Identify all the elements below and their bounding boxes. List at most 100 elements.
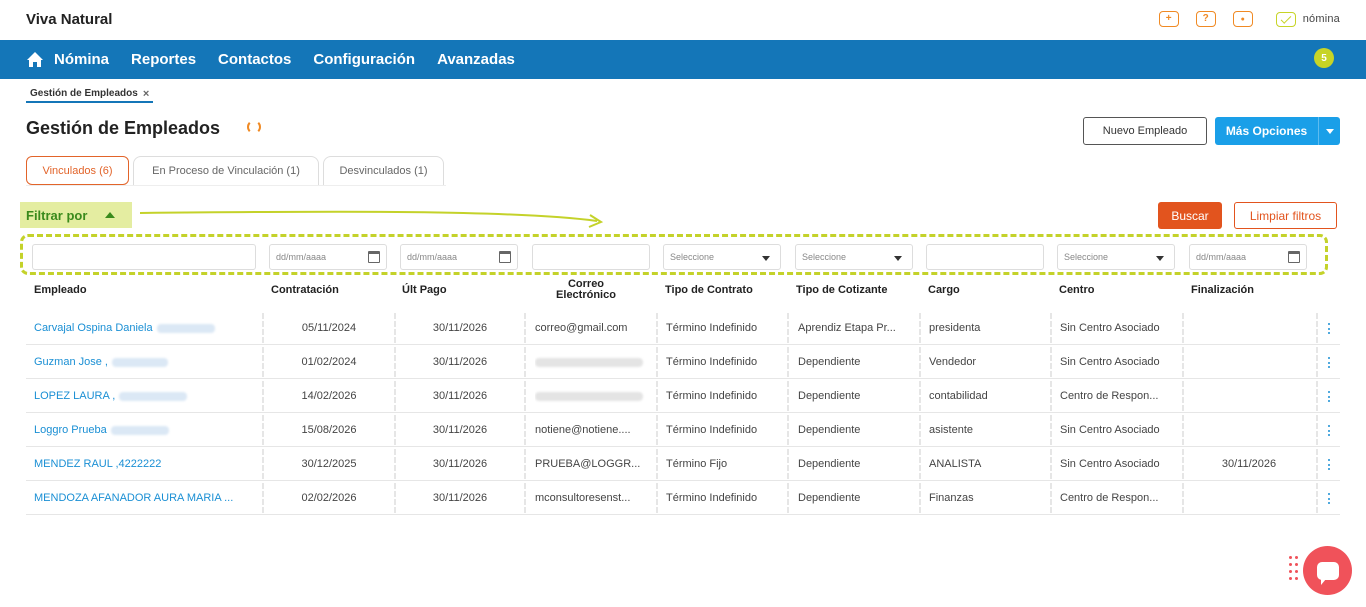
contributor-type-cell: Aprendiz Etapa Pr... (798, 322, 896, 334)
nav-item-avanzadas[interactable]: Avanzadas (437, 51, 515, 68)
brand-logo: nómina (1302, 13, 1340, 25)
nav-item-configuracion[interactable]: Configuración (313, 51, 415, 68)
ult-pago-date-input[interactable]: dd/mm/aaaa (400, 244, 518, 270)
contract-type-select[interactable]: Seleccione (663, 244, 781, 270)
last-pay-cell: 30/11/2026 (432, 492, 488, 504)
row-menu-icon[interactable] (1328, 357, 1331, 368)
notification-badge[interactable]: 5 (1314, 48, 1334, 68)
filter-row: dd/mm/aaaa dd/mm/aaaa Seleccione Selecci… (20, 234, 1328, 275)
contributor-type-cell: Dependiente (798, 492, 861, 504)
hire-date-cell: 14/02/2026 (301, 390, 357, 402)
column-header[interactable]: Cargo (928, 284, 960, 296)
employee-filter-input[interactable] (32, 244, 256, 270)
top-icons: + ? ● nómina (1158, 11, 1340, 27)
end-date-cell: 30/11/2026 (1221, 458, 1277, 470)
email-filter-input[interactable] (532, 244, 650, 270)
table-row[interactable]: LOPEZ LAURA , 14/02/2026 30/11/2026 Térm… (26, 379, 1340, 413)
employee-name-link[interactable]: Guzman Jose , (34, 345, 262, 379)
chevron-down-icon[interactable] (1326, 128, 1334, 134)
drag-handle-icon[interactable] (1289, 556, 1298, 582)
center-cell: Sin Centro Asociado (1060, 458, 1160, 470)
last-pay-cell: 30/11/2026 (432, 424, 488, 436)
calendar-icon[interactable] (499, 251, 511, 263)
center-select[interactable]: Seleccione (1057, 244, 1175, 270)
filter-toggle[interactable]: Filtrar por (20, 202, 132, 228)
row-menu-icon[interactable] (1328, 425, 1331, 436)
employee-name-link[interactable]: LOPEZ LAURA , (34, 379, 262, 413)
breadcrumb[interactable]: Gestión de Empleados × (26, 86, 154, 103)
row-menu-icon[interactable] (1328, 391, 1331, 402)
employee-name-link[interactable]: Loggro Prueba (34, 413, 262, 447)
contributor-type-cell: Dependiente (798, 458, 861, 470)
position-cell: asistente (929, 424, 974, 436)
contributor-type-select[interactable]: Seleccione (795, 244, 913, 270)
table-row[interactable]: Loggro Prueba 15/08/2026 30/11/2026 noti… (26, 413, 1340, 447)
row-menu-icon[interactable] (1328, 459, 1331, 470)
nav-item-nomina[interactable]: Nómina (26, 51, 109, 68)
end-date-cell (1184, 379, 1314, 413)
add-icon[interactable]: + (1158, 11, 1179, 27)
close-icon[interactable]: × (143, 88, 149, 100)
more-options-button[interactable]: Más Opciones (1215, 117, 1340, 145)
clear-filters-button[interactable]: Limpiar filtros (1234, 202, 1337, 229)
contratacion-date-input[interactable]: dd/mm/aaaa (269, 244, 387, 270)
last-pay-cell: 30/11/2026 (432, 322, 488, 334)
contract-type-cell: Término Indefinido (666, 492, 758, 504)
nav-item-contactos[interactable]: Contactos (218, 51, 291, 68)
new-employee-button[interactable]: Nuevo Empleado (1083, 117, 1207, 145)
employee-tabs: Vinculados (6) En Proceso de Vinculación… (26, 156, 444, 185)
chat-icon (1316, 561, 1339, 585)
tab-en-proceso[interactable]: En Proceso de Vinculación (1) (133, 156, 319, 185)
center-cell: Sin Centro Asociado (1060, 356, 1160, 368)
end-date-input[interactable]: dd/mm/aaaa (1189, 244, 1307, 270)
row-menu-icon[interactable] (1328, 323, 1331, 334)
table-row[interactable]: MENDEZ RAUL ,4222222 30/12/2025 30/11/20… (26, 447, 1340, 481)
email-cell: notiene@notiene.... (535, 424, 631, 436)
column-header[interactable]: Empleado (34, 284, 87, 296)
inbox-icon[interactable] (1275, 11, 1296, 27)
contract-type-cell: Término Fijo (666, 458, 728, 470)
column-header[interactable]: Contratación (271, 284, 339, 296)
company-name: Viva Natural (26, 11, 113, 28)
table-row[interactable]: Carvajal Ospina Daniela 05/11/2024 30/11… (26, 311, 1340, 345)
last-pay-cell: 30/11/2026 (432, 356, 488, 368)
center-cell: Centro de Respon... (1060, 390, 1159, 402)
table-row[interactable]: Guzman Jose , 01/02/2024 30/11/2026 Térm… (26, 345, 1340, 379)
tab-vinculados[interactable]: Vinculados (6) (26, 156, 129, 185)
nav-item-reportes[interactable]: Reportes (131, 51, 196, 68)
employee-name-link[interactable]: MENDEZ RAUL ,4222222 (34, 447, 262, 481)
contract-type-cell: Término Indefinido (666, 322, 758, 334)
end-date-cell (1184, 481, 1314, 515)
more-options-label: Más Opciones (1225, 124, 1308, 138)
position-cell: ANALISTA (929, 458, 982, 470)
tab-desvinculados[interactable]: Desvinculados (1) (323, 156, 444, 185)
email-cell (535, 345, 655, 379)
email-cell (535, 379, 655, 413)
home-icon (26, 51, 44, 68)
center-cell: Sin Centro Asociado (1060, 322, 1160, 334)
search-button[interactable]: Buscar (1158, 202, 1222, 229)
calendar-icon[interactable] (1288, 251, 1300, 263)
refresh-icon[interactable] (247, 120, 261, 134)
user-icon[interactable]: ● (1232, 11, 1253, 27)
column-header[interactable]: Correo Electrónico (546, 279, 626, 301)
chat-button[interactable] (1303, 546, 1352, 595)
employee-name-link[interactable]: MENDOZA AFANADOR AURA MARIA ... (34, 481, 262, 515)
top-bar: Viva Natural + ? ● nómina (0, 0, 1366, 40)
employee-name-link[interactable]: Carvajal Ospina Daniela (34, 311, 262, 345)
contract-type-cell: Término Indefinido (666, 424, 758, 436)
column-header[interactable]: Últ Pago (402, 284, 447, 296)
column-header[interactable]: Centro (1059, 284, 1094, 296)
position-cell: Finanzas (929, 492, 974, 504)
table-row[interactable]: MENDOZA AFANADOR AURA MARIA ... 02/02/20… (26, 481, 1340, 515)
hire-date-cell: 30/12/2025 (301, 458, 357, 470)
column-header[interactable]: Tipo de Contrato (665, 284, 753, 296)
hire-date-cell: 02/02/2026 (301, 492, 357, 504)
column-header[interactable]: Tipo de Cotizante (796, 284, 887, 296)
row-menu-icon[interactable] (1328, 493, 1331, 504)
column-header[interactable]: Finalización (1191, 284, 1254, 296)
main-nav: Nómina Reportes Contactos Configuración … (0, 40, 1366, 79)
help-icon[interactable]: ? (1195, 11, 1216, 27)
position-filter-input[interactable] (926, 244, 1044, 270)
calendar-icon[interactable] (368, 251, 380, 263)
